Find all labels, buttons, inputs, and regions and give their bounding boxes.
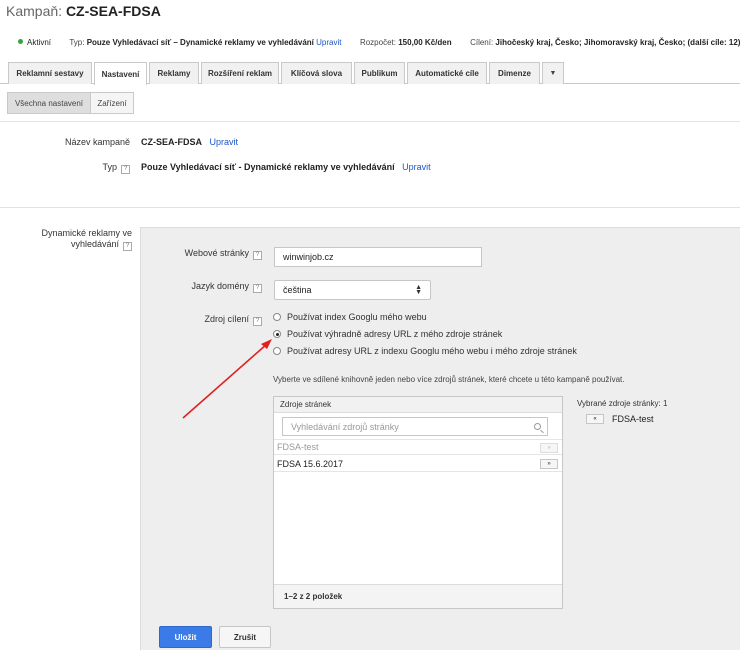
chevron-down-icon: ▼ <box>549 70 557 77</box>
tab-settings[interactable]: Nastavení <box>94 62 147 85</box>
targeting-label: Cílení: <box>470 38 494 47</box>
tab-ad-groups[interactable]: Reklamní sestavy <box>8 62 92 84</box>
campaign-name-edit-link[interactable]: Upravit <box>210 137 239 147</box>
type-field-value-row: Pouze Vyhledávací síť - Dynamické reklam… <box>141 162 431 172</box>
website-input[interactable]: winwinjob.cz <box>274 247 482 267</box>
campaign-name-value-row: CZ-SEA-FDSA Upravit <box>141 137 238 147</box>
radio-option-page-feed-only[interactable]: Používat výhradně adresy URL z mého zdro… <box>273 329 502 339</box>
website-label-row: Webové stránky? <box>150 248 262 260</box>
targeting-value: Jihočeský kraj, Česko; Jihomoravský kraj… <box>495 38 740 47</box>
budget-label: Rozpočet: <box>359 38 396 47</box>
language-label-row: Jazyk domény? <box>150 281 262 293</box>
campaign-name-label: Název kampaně <box>64 137 130 147</box>
annotation-arrow-icon <box>182 339 272 419</box>
type-value: Pouze Vyhledávací síť – Dynamické reklam… <box>86 38 314 47</box>
selected-sources-title: Vybrané zdroje stránky: 1 <box>577 399 668 408</box>
page-feeds-list: Zdroje stránek Vyhledávání zdrojů stránk… <box>273 396 563 609</box>
language-select[interactable]: čeština ▲ ▼ <box>274 280 431 300</box>
tab-ads[interactable]: Reklamy <box>149 62 199 84</box>
campaign-heading: Kampaň: CZ-SEA-FDSA <box>6 3 161 19</box>
tab-more-dropdown[interactable]: ▼ <box>542 62 564 84</box>
page-feed-description: Vyberte ve sdílené knihovně jeden nebo v… <box>273 375 625 384</box>
save-button[interactable]: Uložit <box>159 626 212 648</box>
tab-strip: Reklamní sestavy Nastavení Reklamy Rozší… <box>0 62 740 85</box>
campaign-label: Kampaň: <box>6 3 63 19</box>
tab-keywords[interactable]: Klíčová slova <box>281 62 352 84</box>
page-feeds-header: Zdroje stránek <box>274 397 562 413</box>
campaign-name: CZ-SEA-FDSA <box>65 3 161 19</box>
subtab-devices[interactable]: Zařízení <box>90 92 134 114</box>
help-icon[interactable]: ? <box>123 242 132 251</box>
search-placeholder: Vyhledávání zdrojů stránky <box>291 421 399 432</box>
targeting-source-label: Zdroj cílení <box>204 314 249 324</box>
targeting-source-label-row: Zdroj cílení? <box>150 314 262 326</box>
selected-source-item: « FDSA-test <box>586 414 654 424</box>
tab-auto-targets[interactable]: Automatické cíle <box>407 62 487 84</box>
subtab-all-settings[interactable]: Všechna nastavení <box>7 92 91 114</box>
list-item: FDSA 15.6.2017 » <box>274 456 562 472</box>
help-icon[interactable]: ? <box>253 317 262 326</box>
radio-button[interactable] <box>273 313 281 321</box>
help-icon[interactable]: ? <box>253 251 262 260</box>
add-source-button[interactable]: » <box>540 443 558 453</box>
remove-source-button[interactable]: « <box>586 414 604 424</box>
help-icon[interactable]: ? <box>253 284 262 293</box>
select-arrows-icon: ▲ ▼ <box>415 284 422 296</box>
website-label: Webové stránky <box>184 248 249 258</box>
status-dot-icon <box>18 39 23 44</box>
help-icon[interactable]: ? <box>121 165 130 174</box>
tab-ad-extensions[interactable]: Rozšíření reklam <box>201 62 279 84</box>
divider <box>0 121 740 122</box>
cancel-button[interactable]: Zrušit <box>219 626 271 648</box>
tab-audiences[interactable]: Publikum <box>354 62 405 84</box>
budget-value: 150,00 Kč/den <box>398 38 452 47</box>
radio-option-index-and-feed[interactable]: Používat adresy URL z indexu Googlu mého… <box>273 346 577 356</box>
type-field-label-row: Typ? <box>10 162 130 174</box>
type-field-value: Pouze Vyhledávací síť - Dynamické reklam… <box>141 162 395 172</box>
dsa-section-label: Dynamické reklamy ve vyhledávání? <box>41 228 132 251</box>
radio-option-google-index[interactable]: Používat index Googlu mého webu <box>273 312 427 322</box>
type-edit-link[interactable]: Upravit <box>316 38 341 47</box>
pagination-count: 1–2 z 2 položek <box>274 584 562 608</box>
language-select-value: čeština <box>283 285 312 295</box>
language-label: Jazyk domény <box>191 281 249 291</box>
list-item: FDSA-test » <box>274 439 562 455</box>
divider <box>0 207 740 208</box>
add-source-button[interactable]: » <box>540 459 558 469</box>
type-label: Typ: <box>69 38 85 47</box>
campaign-info-bar: Aktivní Typ: Pouze Vyhledávací síť – Dyn… <box>18 38 740 47</box>
type-field-edit-link[interactable]: Upravit <box>402 162 431 172</box>
tab-dimensions[interactable]: Dimenze <box>489 62 540 84</box>
campaign-name-value: CZ-SEA-FDSA <box>141 137 202 147</box>
search-icon <box>534 423 541 430</box>
status-text: Aktivní <box>27 38 52 47</box>
page-feed-search-input[interactable]: Vyhledávání zdrojů stránky <box>282 417 548 436</box>
type-field-label: Typ <box>102 162 117 172</box>
